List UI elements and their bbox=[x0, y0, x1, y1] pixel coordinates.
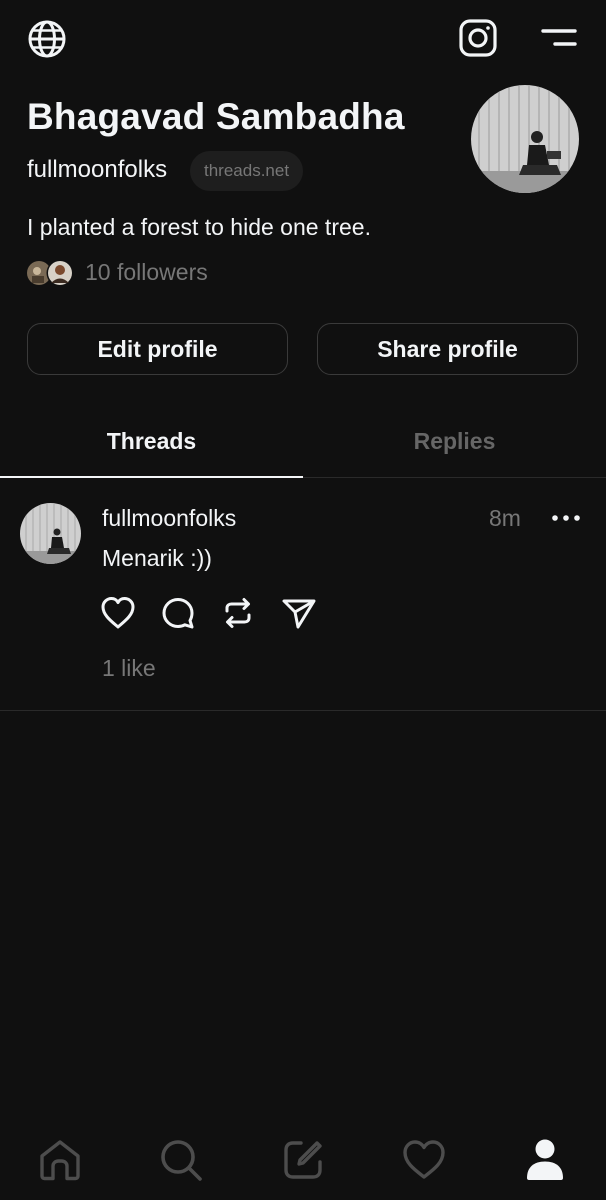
post-author-avatar[interactable] bbox=[20, 503, 81, 564]
profile-username: fullmoonfolks bbox=[27, 156, 168, 183]
post-divider bbox=[0, 710, 606, 711]
search-icon[interactable] bbox=[157, 1136, 205, 1184]
reply-icon[interactable] bbox=[159, 594, 197, 632]
profile-avatar[interactable] bbox=[471, 85, 579, 193]
repost-icon[interactable] bbox=[219, 594, 257, 632]
share-profile-button[interactable]: Share profile bbox=[317, 323, 578, 375]
more-options-icon[interactable] bbox=[548, 506, 584, 530]
menu-icon[interactable] bbox=[538, 22, 580, 54]
profile-bio: I planted a forest to hide one tree. bbox=[27, 214, 371, 240]
tab-threads[interactable]: Threads bbox=[0, 404, 303, 478]
profile-icon[interactable] bbox=[521, 1136, 569, 1184]
edit-profile-button[interactable]: Edit profile bbox=[27, 323, 288, 375]
followers-count[interactable]: 10 followers bbox=[85, 259, 208, 286]
active-tab-indicator bbox=[0, 476, 303, 478]
domain-badge[interactable]: threads.net bbox=[190, 151, 304, 191]
compose-icon[interactable] bbox=[279, 1136, 327, 1184]
instagram-icon[interactable] bbox=[457, 17, 499, 59]
tab-replies[interactable]: Replies bbox=[303, 404, 606, 478]
send-icon[interactable] bbox=[280, 594, 318, 632]
home-icon[interactable] bbox=[36, 1136, 84, 1184]
profile-name: Bhagavad Sambadha bbox=[27, 96, 405, 137]
globe-icon[interactable] bbox=[26, 18, 68, 60]
post-text: Menarik :)) bbox=[102, 545, 212, 571]
like-count[interactable]: 1 like bbox=[102, 655, 156, 682]
post-author[interactable]: fullmoonfolks bbox=[102, 505, 236, 532]
like-icon[interactable] bbox=[99, 594, 137, 632]
heart-icon[interactable] bbox=[400, 1136, 448, 1184]
follower-avatars[interactable] bbox=[26, 259, 76, 287]
post-timestamp: 8m bbox=[489, 505, 521, 531]
